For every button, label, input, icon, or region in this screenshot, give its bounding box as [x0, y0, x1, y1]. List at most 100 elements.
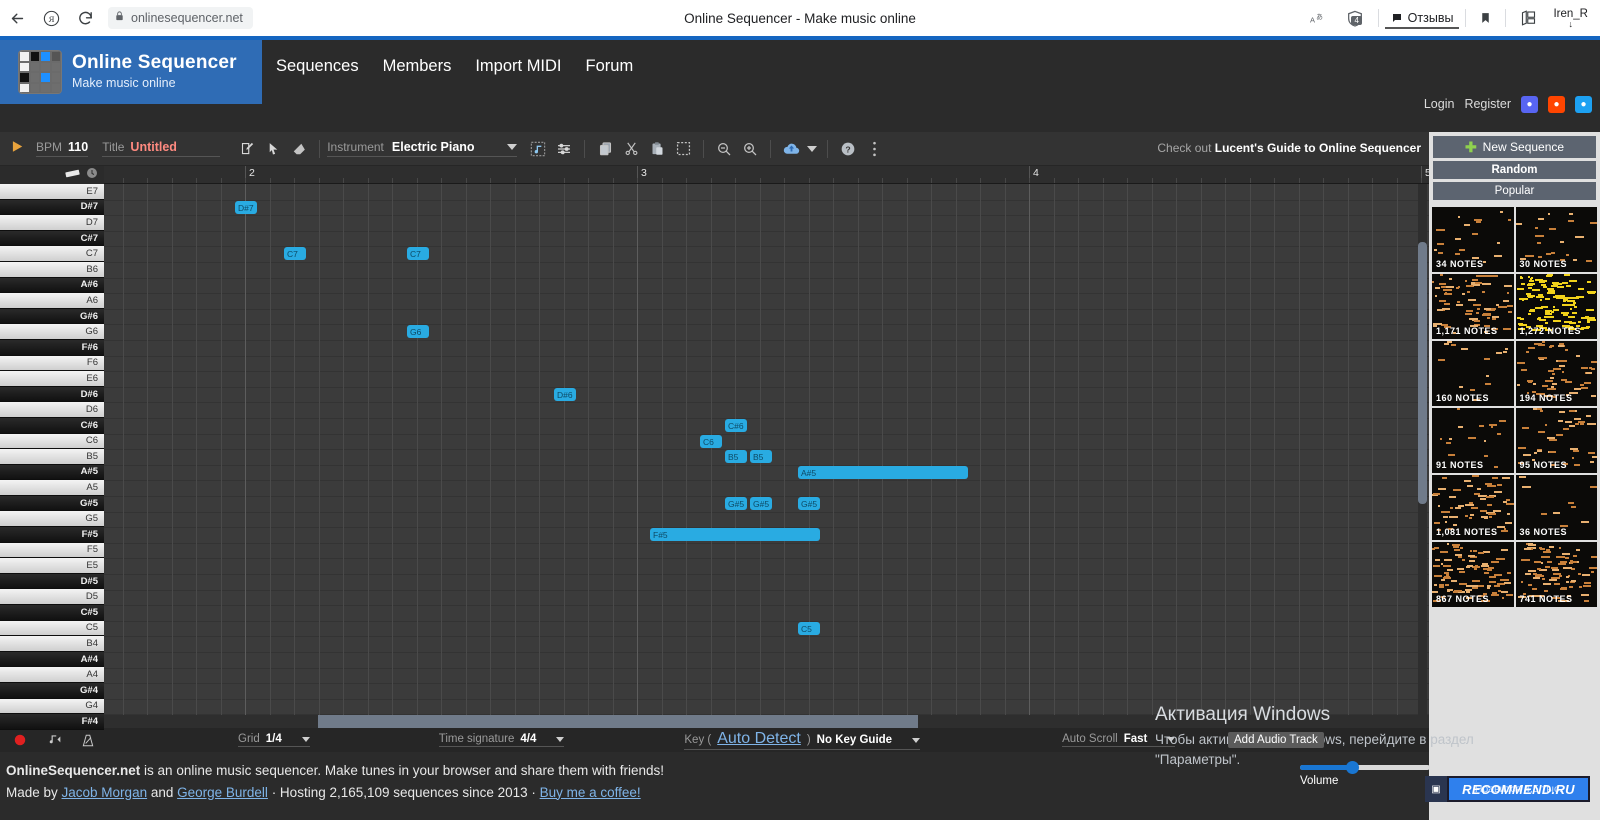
- piano-key-a6[interactable]: A6: [0, 293, 104, 309]
- key-guide-select[interactable]: Key ( Auto Detect ) No Key Guide: [684, 730, 921, 750]
- piano-key-c7[interactable]: C7: [0, 246, 104, 262]
- reddit-icon[interactable]: ●: [1548, 95, 1565, 113]
- footer-coffee-link[interactable]: Buy me a coffee!: [540, 785, 641, 800]
- back-arrow-icon[interactable]: [0, 1, 34, 35]
- grid-horizontal-scrollbar[interactable]: [104, 715, 1429, 728]
- piano-key-dsharp7[interactable]: D#7: [0, 199, 104, 216]
- cut-icon[interactable]: [618, 136, 644, 162]
- twitter-icon[interactable]: ●: [1575, 95, 1592, 113]
- note-block[interactable]: C5: [798, 622, 820, 635]
- zoom-out-icon[interactable]: [711, 136, 737, 162]
- eraser-tool-icon[interactable]: [286, 136, 312, 162]
- ruler-icon[interactable]: [65, 166, 80, 184]
- footer-author-2[interactable]: George Burdell: [177, 785, 268, 800]
- profile-chip[interactable]: Iren_R ↓: [1547, 8, 1594, 29]
- piano-key-csharp6[interactable]: C#6: [0, 417, 104, 434]
- piano-key-asharp5[interactable]: A#5: [0, 464, 104, 481]
- guide-promo-link[interactable]: Lucent's Guide to Online Sequencer: [1215, 141, 1421, 155]
- note-grid[interactable]: D#7 C7 C7 G6 D#6 C#6 C6 B5 B5 A#5 G#5 G#5 G#5 F#5 C5: [104, 184, 1429, 728]
- piano-key-csharp5[interactable]: C#5: [0, 605, 104, 621]
- reload-icon[interactable]: [68, 1, 102, 35]
- piano-key-gsharp6[interactable]: G#6: [0, 308, 104, 325]
- title-field[interactable]: Title Untitled: [102, 140, 221, 157]
- piano-key-fsharp5[interactable]: F#5: [0, 527, 104, 543]
- help-icon[interactable]: ?: [835, 136, 861, 162]
- sequence-thumbnail[interactable]: 36 NOTES: [1515, 475, 1597, 540]
- nav-item-forum[interactable]: Forum: [586, 57, 634, 76]
- note-block[interactable]: C#6: [725, 419, 747, 432]
- piano-key-c6[interactable]: C6: [0, 433, 104, 450]
- piano-key-g4[interactable]: G4: [0, 698, 104, 715]
- note-block[interactable]: G#5: [750, 497, 772, 510]
- note-select-icon[interactable]: [525, 136, 551, 162]
- zoom-in-icon[interactable]: [737, 136, 763, 162]
- recommend-ru-badge[interactable]: ▣ Нравится 4,5 тыс. RECOMMEND.RU: [1425, 776, 1590, 802]
- marquee-select-icon[interactable]: [670, 136, 696, 162]
- sequence-thumbnail[interactable]: 1,171 NOTES: [1432, 274, 1514, 339]
- discord-icon[interactable]: ●: [1521, 95, 1538, 113]
- footer-author-1[interactable]: Jacob Morgan: [62, 785, 148, 800]
- instrument-select[interactable]: Instrument Electric Piano: [327, 140, 518, 157]
- sequence-thumbnail[interactable]: 194 NOTES: [1515, 341, 1597, 406]
- scrollbar-thumb[interactable]: [1418, 242, 1427, 504]
- volume-slider-knob[interactable]: [1346, 761, 1359, 774]
- sequence-thumbnail[interactable]: 1,081 NOTES: [1432, 475, 1514, 540]
- piano-key-a4[interactable]: A4: [0, 667, 104, 683]
- collections-icon[interactable]: [1512, 3, 1545, 33]
- note-block[interactable]: C7: [407, 247, 429, 260]
- measure-ruler[interactable]: 2345: [104, 166, 1429, 184]
- note-block[interactable]: C6: [700, 435, 722, 448]
- piano-key-b6[interactable]: B6: [0, 261, 104, 278]
- upload-icon[interactable]: [778, 136, 804, 162]
- paste-icon[interactable]: [644, 136, 670, 162]
- add-audio-track-button[interactable]: Add Audio Track: [1228, 732, 1324, 748]
- edit-note-icon[interactable]: [234, 136, 260, 162]
- volume-control[interactable]: Volume: [1300, 761, 1430, 787]
- note-block[interactable]: G#5: [725, 497, 747, 510]
- piano-key-d7[interactable]: D7: [0, 215, 104, 231]
- sidebar-tab-popular[interactable]: Popular: [1433, 182, 1596, 200]
- piano-key-c5[interactable]: C5: [0, 620, 104, 637]
- sequence-thumbnail[interactable]: 34 NOTES: [1432, 207, 1514, 272]
- piano-key-d5[interactable]: D5: [0, 589, 104, 606]
- translate-icon[interactable]: Aあ: [1303, 3, 1336, 33]
- grid-select[interactable]: Grid 1/4: [238, 733, 310, 747]
- piano-key-e6[interactable]: E6: [0, 371, 104, 387]
- piano-key-f5[interactable]: F5: [0, 542, 104, 559]
- piano-key-fsharp4[interactable]: F#4: [0, 714, 104, 730]
- pointer-tool-icon[interactable]: [260, 136, 286, 162]
- time-signature-select[interactable]: Time signature 4/4: [438, 733, 565, 747]
- volume-slider-track[interactable]: [1300, 761, 1430, 774]
- yandex-icon[interactable]: Я: [34, 1, 68, 35]
- sequence-thumbnail[interactable]: 91 NOTES: [1432, 408, 1514, 473]
- note-block[interactable]: A#5: [798, 466, 968, 479]
- sidebar-tab-random[interactable]: Random: [1433, 161, 1596, 179]
- metronome-icon[interactable]: [78, 730, 98, 750]
- sequence-thumbnail[interactable]: 95 NOTES: [1515, 408, 1597, 473]
- guide-promo[interactable]: Check out Lucent's Guide to Online Seque…: [1157, 141, 1421, 155]
- address-bar[interactable]: onlinesequencer.net: [108, 7, 253, 29]
- piano-key-gsharp4[interactable]: G#4: [0, 683, 104, 699]
- more-options-icon[interactable]: [861, 136, 887, 162]
- grid-vertical-scrollbar[interactable]: [1418, 184, 1427, 728]
- note-block[interactable]: G6: [407, 325, 429, 338]
- nav-item-sequences[interactable]: Sequences: [276, 57, 359, 76]
- key-auto-detect-link[interactable]: Auto Detect: [717, 730, 801, 748]
- piano-key-csharp7[interactable]: C#7: [0, 230, 104, 247]
- copy-icon[interactable]: [592, 136, 618, 162]
- note-block[interactable]: F#5: [650, 528, 820, 541]
- note-block[interactable]: D#7: [235, 201, 257, 214]
- piano-key-g5[interactable]: G5: [0, 511, 104, 528]
- new-sequence-button[interactable]: ✚ New Sequence: [1433, 136, 1596, 158]
- sequence-thumbnail[interactable]: 30 NOTES: [1515, 207, 1597, 272]
- note-block[interactable]: D#6: [554, 388, 576, 401]
- note-snap-icon[interactable]: [44, 730, 64, 750]
- piano-key-dsharp6[interactable]: D#6: [0, 386, 104, 403]
- brand-block[interactable]: Online Sequencer Make music online: [0, 40, 262, 104]
- note-block[interactable]: G#5: [798, 497, 820, 510]
- feedback-button[interactable]: Отзывы: [1384, 8, 1460, 29]
- record-icon[interactable]: [10, 730, 30, 750]
- piano-key-a5[interactable]: A5: [0, 480, 104, 496]
- piano-key-e7[interactable]: E7: [0, 184, 104, 200]
- piano-key-dsharp5[interactable]: D#5: [0, 573, 104, 590]
